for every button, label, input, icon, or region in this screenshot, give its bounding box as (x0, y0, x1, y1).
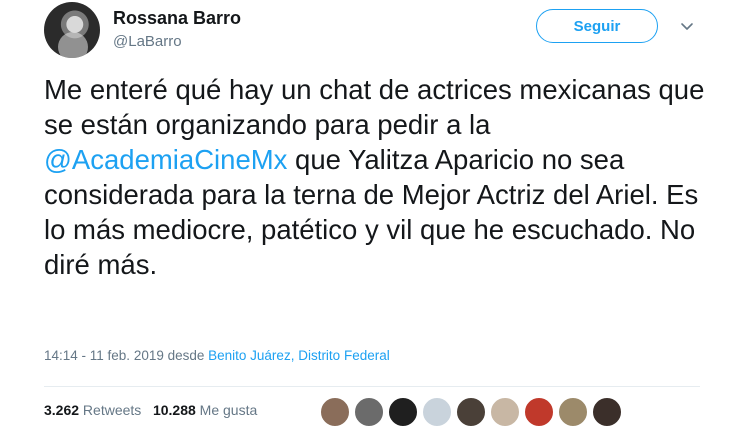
author-name[interactable]: Rossana Barro (113, 8, 241, 29)
liker-avatar[interactable] (456, 397, 486, 427)
follow-button[interactable]: Seguir (536, 9, 658, 43)
retweets-stat[interactable]: 3.262 Retweets (44, 402, 141, 418)
tweet-meta: 14:14 - 11 feb. 2019 desde Benito Juárez… (44, 348, 390, 363)
likes-count: 10.288 (152, 402, 196, 418)
mention-link[interactable]: @AcademiaCineMx (44, 144, 287, 175)
tweet-text-before: Me enteré qué hay un chat de actrices me… (44, 74, 705, 140)
likes-stat[interactable]: 10.288 Me gusta (153, 402, 257, 418)
liker-avatar[interactable] (354, 397, 384, 427)
liker-avatar[interactable] (320, 397, 350, 427)
retweets-label: Retweets (79, 402, 142, 418)
liker-avatar[interactable] (592, 397, 622, 427)
divider (44, 386, 700, 387)
chevron-down-icon[interactable] (680, 22, 694, 32)
timestamp[interactable]: 14:14 - 11 feb. 2019 desde (44, 348, 208, 363)
retweets-count: 3.262 (44, 402, 80, 418)
location-link[interactable]: Benito Juárez, Distrito Federal (208, 348, 390, 363)
liker-avatar[interactable] (524, 397, 554, 427)
author-handle[interactable]: @LaBarro (113, 33, 182, 50)
liker-avatar[interactable] (388, 397, 418, 427)
tweet-text: Me enteré qué hay un chat de actrices me… (44, 72, 724, 282)
avatar[interactable] (44, 2, 100, 58)
liker-avatar[interactable] (490, 397, 520, 427)
tweet-stats: 3.262 Retweets 10.288 Me gusta (44, 402, 257, 418)
likes-label: Me gusta (195, 402, 258, 418)
liker-avatars (320, 397, 626, 427)
liker-avatar[interactable] (558, 397, 588, 427)
liker-avatar[interactable] (422, 397, 452, 427)
